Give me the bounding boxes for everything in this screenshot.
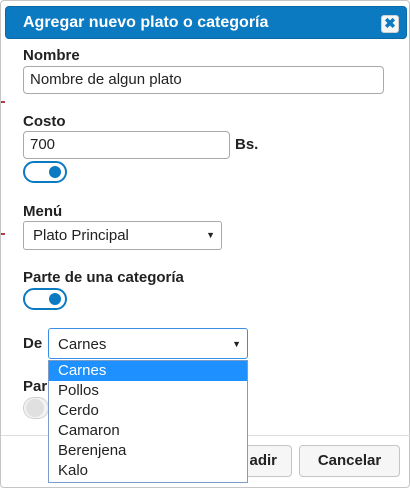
nombre-label: Nombre	[23, 47, 80, 64]
cancel-button[interactable]: Cancelar	[299, 445, 400, 477]
add-button-label: adir	[249, 452, 277, 469]
categoria-toggle[interactable]	[23, 288, 67, 310]
nombre-input[interactable]: Nombre de algun plato	[23, 66, 384, 94]
menu-label: Menú	[23, 203, 63, 220]
background-mark	[1, 101, 5, 103]
dropdown-option[interactable]: Kalo	[49, 461, 247, 481]
dropdown-option[interactable]: Carnes	[49, 361, 247, 381]
close-icon[interactable]: ✖	[381, 15, 399, 33]
partial-label: Par	[23, 378, 48, 395]
dropdown-option[interactable]: Berenjena	[49, 441, 247, 461]
categoria-select-value: Carnes	[58, 336, 107, 353]
menu-select-value: Plato Principal	[33, 227, 129, 244]
dialog-titlebar[interactable]: Agregar nuevo plato o categoría ✖	[5, 6, 407, 39]
costo-toggle[interactable]	[23, 161, 67, 183]
background-mark	[1, 233, 5, 235]
partial-toggle[interactable]	[23, 397, 49, 419]
toggle-knob	[49, 166, 61, 178]
categoria-dropdown-list: Carnes Pollos Cerdo Camaron Berenjena Ka…	[48, 360, 248, 483]
toggle-knob	[49, 293, 61, 305]
chevron-down-icon: ▼	[232, 339, 241, 349]
categoria-select[interactable]: Carnes ▼	[48, 328, 248, 359]
costo-unit: Bs.	[235, 136, 259, 153]
toggle-knob	[26, 399, 44, 417]
chevron-down-icon: ▼	[206, 230, 215, 240]
dropdown-option[interactable]: Pollos	[49, 381, 247, 401]
menu-select[interactable]: Plato Principal ▼	[23, 221, 222, 250]
dropdown-option[interactable]: Camaron	[49, 421, 247, 441]
costo-label: Costo	[23, 113, 66, 130]
costo-input[interactable]: 700	[23, 131, 230, 159]
dialog-title: Agregar nuevo plato o categoría	[23, 14, 269, 31]
add-dish-dialog: Agregar nuevo plato o categoría ✖ Nombre…	[0, 0, 410, 488]
categoria-label: Parte de una categoría	[23, 269, 184, 286]
dropdown-option[interactable]: Cerdo	[49, 401, 247, 421]
de-label: De	[23, 335, 43, 352]
